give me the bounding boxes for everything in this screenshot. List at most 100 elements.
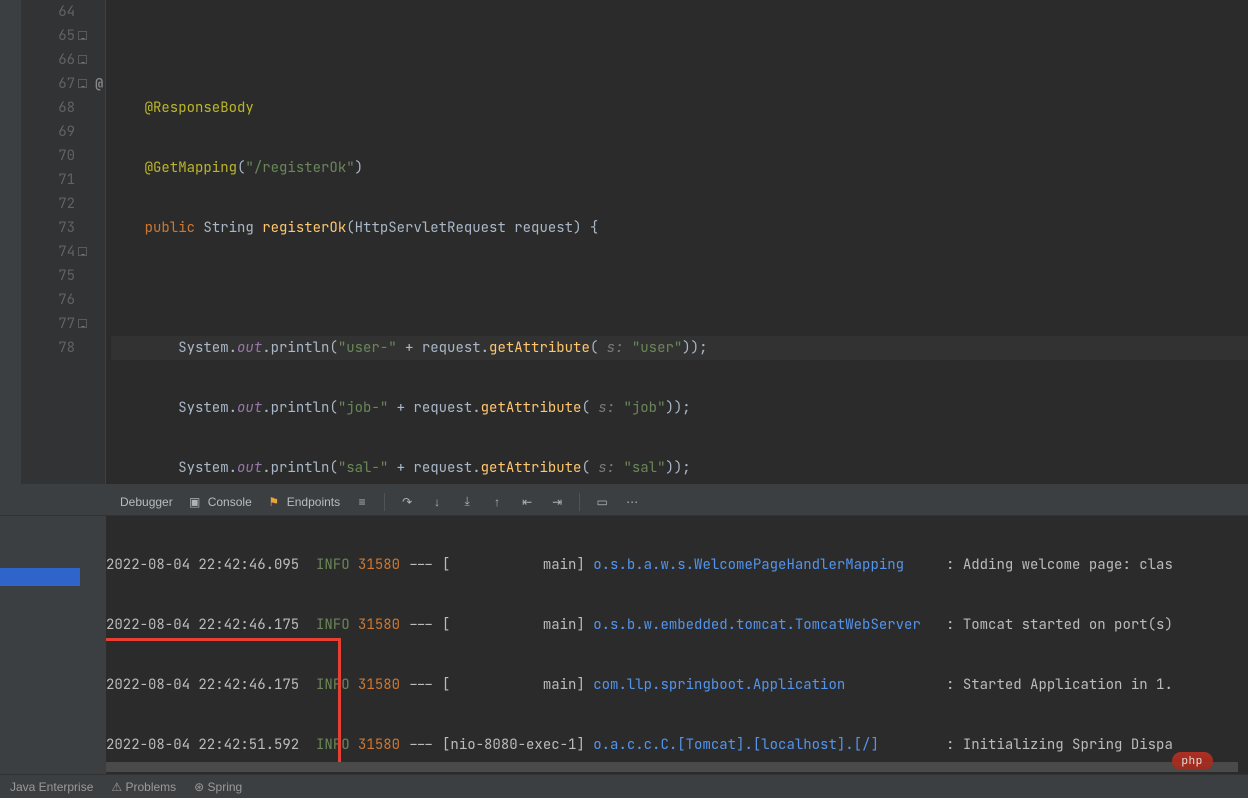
line-number: 73 bbox=[22, 216, 75, 240]
line-number: 68 bbox=[22, 96, 75, 120]
paren: ) { bbox=[573, 219, 598, 237]
field: out bbox=[237, 459, 262, 477]
log-line: 2022-08-04 22:42:51.592 INFO 31580 --- [… bbox=[106, 733, 1248, 757]
left-tool-strip[interactable] bbox=[0, 0, 22, 484]
fold-icon[interactable] bbox=[78, 55, 87, 64]
settings-icon[interactable]: ⋯ bbox=[624, 494, 640, 510]
line-number: 75 bbox=[22, 264, 75, 288]
main-area: 64 65 66 67@ 68 69 70 71 72 73 74 75 76 … bbox=[0, 0, 1248, 484]
param: request bbox=[514, 219, 573, 237]
console-gutter[interactable] bbox=[0, 516, 106, 774]
tab-endpoints[interactable]: ⚑ Endpoints bbox=[266, 494, 340, 510]
code-text: .println( bbox=[262, 399, 338, 417]
step-over-icon[interactable]: ↷ bbox=[399, 494, 415, 510]
line-number: 76 bbox=[22, 288, 75, 312]
log-line: 2022-08-04 22:42:46.095 INFO 31580 --- [… bbox=[106, 553, 1248, 577]
method-call: getAttribute bbox=[481, 399, 582, 417]
string-literal: "/registerOk" bbox=[245, 159, 354, 177]
watermark-badge: php bbox=[1172, 752, 1213, 770]
field: out bbox=[237, 399, 262, 417]
method-call: getAttribute bbox=[481, 459, 582, 477]
method-def: registerOk bbox=[262, 219, 346, 237]
param-hint: s: bbox=[590, 459, 624, 477]
paren: ( bbox=[581, 399, 589, 417]
paren: )); bbox=[665, 399, 690, 417]
line-number: 77 bbox=[22, 312, 75, 336]
separator bbox=[579, 493, 580, 511]
run-to-cursor-icon[interactable]: ⇥ bbox=[549, 494, 565, 510]
code-editor[interactable]: @ResponseBody @GetMapping ( "/registerOk")… bbox=[106, 0, 1248, 484]
line-number: 65 bbox=[22, 24, 75, 48]
debug-panel: Debugger ▣ Console ⚑ Endpoints ≡ ↷ ↓ ⤓ ↑… bbox=[0, 484, 1248, 774]
horizontal-scrollbar[interactable] bbox=[106, 762, 1238, 772]
type: HttpServletRequest bbox=[355, 219, 506, 237]
log-line: 2022-08-04 22:42:46.175 INFO 31580 --- [… bbox=[106, 613, 1248, 637]
paren: ( bbox=[590, 339, 598, 357]
paren: ( bbox=[581, 459, 589, 477]
code-text: + request. bbox=[388, 399, 480, 417]
code-text: + request. bbox=[397, 339, 489, 357]
line-number: 67@ bbox=[22, 72, 75, 96]
keyword: public bbox=[145, 219, 195, 237]
paren: )); bbox=[682, 339, 707, 357]
at-icon: @ bbox=[89, 72, 103, 86]
code-text: + request. bbox=[388, 459, 480, 477]
code-text: .println( bbox=[262, 339, 338, 357]
line-number: 78 bbox=[22, 336, 75, 360]
line-number: 70 bbox=[22, 144, 75, 168]
force-step-into-icon[interactable]: ⤓ bbox=[459, 494, 475, 510]
debug-toolbar: Debugger ▣ Console ⚑ Endpoints ≡ ↷ ↓ ⤓ ↑… bbox=[0, 488, 1248, 516]
fold-icon[interactable] bbox=[78, 79, 87, 88]
log-line: 2022-08-04 22:42:46.175 INFO 31580 --- [… bbox=[106, 673, 1248, 697]
status-bar: Java Enterprise ⚠ Problems ⊛ Spring bbox=[0, 774, 1248, 798]
paren: )); bbox=[665, 459, 690, 477]
string-literal: "user" bbox=[632, 339, 682, 357]
tab-label: Console bbox=[208, 495, 252, 509]
string-literal: "job-" bbox=[338, 399, 388, 417]
code-text: System. bbox=[178, 339, 237, 357]
field: out bbox=[237, 339, 262, 357]
tab-debugger[interactable]: Debugger bbox=[120, 495, 173, 509]
step-out-icon[interactable]: ↑ bbox=[489, 494, 505, 510]
step-into-icon[interactable]: ↓ bbox=[429, 494, 445, 510]
fold-icon[interactable] bbox=[78, 31, 87, 40]
endpoints-icon: ⚑ bbox=[266, 494, 282, 510]
line-number: 74 bbox=[22, 240, 75, 264]
line-number: 66 bbox=[22, 48, 75, 72]
evaluate-icon[interactable]: ▭ bbox=[594, 494, 610, 510]
code-text: .println( bbox=[262, 459, 338, 477]
string-literal: "job" bbox=[623, 399, 665, 417]
string-literal: "sal-" bbox=[338, 459, 388, 477]
code-text: System. bbox=[178, 399, 237, 417]
editor-gutter[interactable]: 64 65 66 67@ 68 69 70 71 72 73 74 75 76 … bbox=[22, 0, 106, 484]
tab-console[interactable]: ▣ Console bbox=[187, 494, 252, 510]
line-number: 69 bbox=[22, 120, 75, 144]
line-number: 72 bbox=[22, 192, 75, 216]
ide-root: 64 65 66 67@ 68 69 70 71 72 73 74 75 76 … bbox=[0, 0, 1248, 798]
editor-area: 64 65 66 67@ 68 69 70 71 72 73 74 75 76 … bbox=[22, 0, 1248, 484]
type: String bbox=[203, 219, 253, 237]
param-hint: s: bbox=[590, 399, 624, 417]
status-java-enterprise[interactable]: Java Enterprise bbox=[10, 780, 93, 794]
string-literal: "sal" bbox=[623, 459, 665, 477]
fold-icon[interactable] bbox=[78, 247, 87, 256]
selection-marker bbox=[0, 568, 80, 586]
list-icon[interactable]: ≡ bbox=[354, 494, 370, 510]
paren: ( bbox=[346, 219, 354, 237]
method-call: getAttribute bbox=[489, 339, 590, 357]
tab-label: Endpoints bbox=[287, 495, 340, 509]
annotation: @GetMapping bbox=[145, 159, 237, 177]
status-problems[interactable]: ⚠ Problems bbox=[111, 780, 176, 794]
code-text: System. bbox=[178, 459, 237, 477]
console-output[interactable]: 2022-08-04 22:42:46.095 INFO 31580 --- [… bbox=[106, 516, 1248, 774]
param-hint: s: bbox=[598, 339, 632, 357]
console-icon: ▣ bbox=[187, 494, 203, 510]
annotation: @ResponseBody bbox=[145, 99, 254, 117]
console-body: 2022-08-04 22:42:46.095 INFO 31580 --- [… bbox=[0, 516, 1248, 774]
status-spring[interactable]: ⊛ Spring bbox=[194, 780, 242, 794]
string-literal: "user-" bbox=[338, 339, 397, 357]
line-number: 64 bbox=[22, 0, 75, 24]
drop-frame-icon[interactable]: ⇤ bbox=[519, 494, 535, 510]
fold-icon[interactable] bbox=[78, 319, 87, 328]
paren: ) bbox=[355, 159, 363, 177]
